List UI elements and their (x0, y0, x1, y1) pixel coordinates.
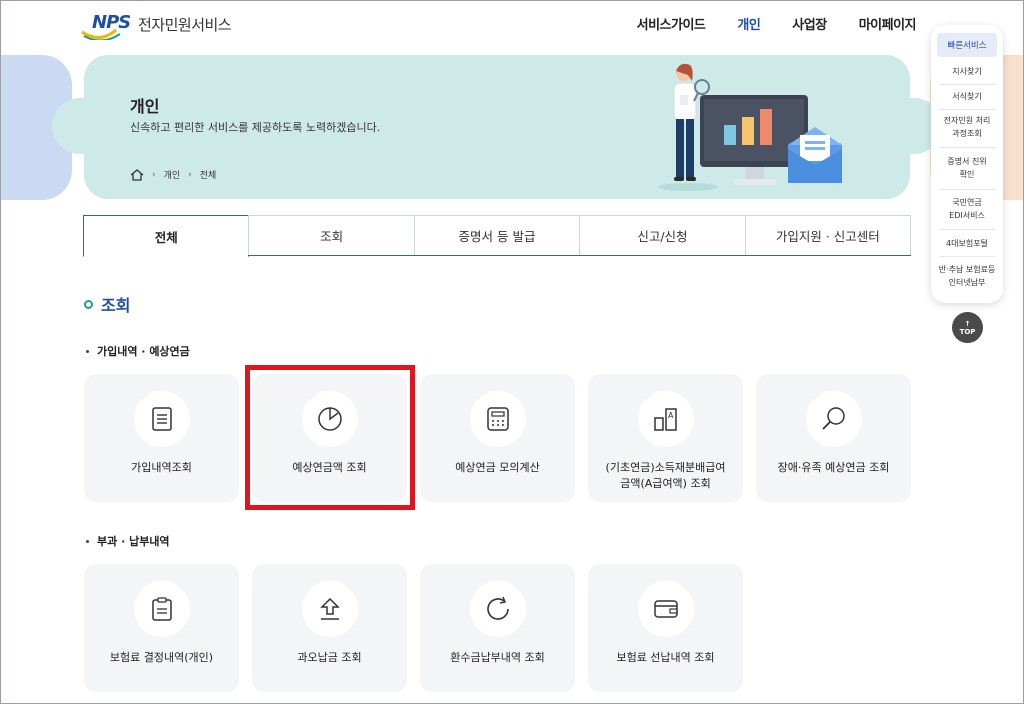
selection-highlight (245, 365, 415, 510)
divider (939, 229, 995, 230)
service-card[interactable]: 과오납금 조회 (252, 564, 407, 692)
page-banner: 개인 신속하고 편리한 서비스를 제공하도록 노력하겠습니다. › 개인 › 전… (84, 55, 910, 199)
arrow-up-icon: ↑ (964, 319, 971, 328)
service-card[interactable]: 장애·유족 예상연금 조회 (756, 374, 911, 502)
refresh-icon (469, 581, 526, 637)
quick-item-branch[interactable]: 지사찾기 (937, 65, 997, 78)
scroll-top-button[interactable]: ↑ TOP (952, 312, 983, 343)
service-card-label: 장애·유족 예상연금 조회 (777, 461, 890, 474)
breadcrumb: › 개인 › 전체 (130, 168, 216, 181)
service-card-label: 보험료 결정내역(개인) (109, 651, 214, 664)
service-card[interactable]: A (기초연금)소득재분배급여 금액(A급여액) 조회 (588, 374, 743, 502)
service-card-label: (기초연금)소득재분배급여 금액(A급여액) 조회 (605, 461, 726, 490)
group-title: 가입내역 · 예상연금 (86, 343, 190, 359)
group-title-text: 가입내역 · 예상연금 (97, 345, 190, 358)
tab-all[interactable]: 전체 (83, 215, 250, 257)
category-tabs: 전체 조회 증명서 등 발급 신고/신청 가입지원 · 신고센터 (83, 215, 912, 257)
quick-item-internet-payment[interactable]: 반·추납 보험료등 인터넷납부 (935, 263, 999, 289)
nav-personal[interactable]: 개인 (737, 14, 760, 33)
nav-service-guide[interactable]: 서비스가이드 (637, 14, 706, 33)
group-title: 부과 · 납부내역 (86, 533, 170, 549)
quick-item-insurance-portal[interactable]: 4대보험포털 (937, 237, 997, 250)
quick-menu-title: 빠른서비스 (937, 33, 997, 57)
divider (939, 256, 995, 257)
circle-bullet-icon (84, 299, 93, 309)
calculator-icon (469, 391, 526, 447)
service-card[interactable]: 환수금납부내역 조회 (420, 564, 575, 692)
breadcrumb-separator: › (188, 169, 192, 180)
site-header: NPS 전자민원서비스 서비스가이드 개인 사업장 마이페이지 (0, 0, 1024, 50)
home-icon[interactable] (130, 168, 144, 181)
tab-inquiry[interactable]: 조회 (248, 215, 415, 255)
service-card[interactable]: 가입내역조회 (84, 374, 239, 502)
section-title: 조회 (84, 292, 130, 316)
scroll-top-label: TOP (959, 327, 976, 336)
section-title-text: 조회 (101, 296, 131, 315)
group-title-text: 부과 · 납부내역 (97, 535, 170, 548)
magnifier-icon (805, 391, 862, 447)
bullet-icon (86, 349, 89, 353)
wallet-icon (637, 581, 694, 637)
quick-item-process-status[interactable]: 전자민원 처리과정조회 (941, 114, 993, 140)
service-card-label: 환수금납부내역 조회 (450, 651, 545, 664)
main-navigation: 서비스가이드 개인 사업장 마이페이지 (637, 14, 917, 33)
quick-item-edi-service[interactable]: 국민연금 EDI서비스 (945, 196, 989, 222)
breadcrumb-separator: › (152, 169, 156, 180)
tab-support-center[interactable]: 가입지원 · 신고센터 (744, 215, 912, 255)
svg-text:A: A (668, 411, 674, 420)
tab-report-apply[interactable]: 신고/신청 (579, 215, 746, 255)
bar-a-icon: A (637, 391, 694, 447)
logo-swoosh-icon (81, 28, 121, 40)
bullet-icon (86, 539, 89, 543)
service-card-label: 과오납금 조회 (297, 651, 362, 664)
site-logo[interactable]: NPS 전자민원서비스 (80, 12, 232, 40)
quick-item-certificate-verify[interactable]: 증명서 진위확인 (945, 155, 989, 181)
upload-arrow-icon (301, 581, 358, 637)
nps-logo-mark: NPS (80, 12, 134, 40)
nav-business[interactable]: 사업장 (792, 14, 827, 33)
banner-illustration (658, 63, 842, 191)
breadcrumb-item-all[interactable]: 전체 (200, 168, 217, 181)
divider (939, 109, 995, 110)
service-card-label: 보험료 선납내역 조회 (616, 651, 715, 664)
service-card-label: 예상연금 모의계산 (455, 461, 540, 474)
page-title: 개인 (130, 97, 160, 116)
service-card[interactable]: 보험료 선납내역 조회 (588, 564, 743, 692)
quick-item-forms[interactable]: 서식찾기 (937, 90, 997, 103)
page-description: 신속하고 편리한 서비스를 제공하도록 노력하겠습니다. (130, 121, 381, 134)
document-list-icon (133, 391, 190, 447)
logo-text: 전자민원서비스 (138, 15, 232, 34)
service-card[interactable]: 예상연금 모의계산 (420, 374, 575, 502)
tab-certificate[interactable]: 증명서 등 발급 (413, 215, 581, 255)
service-card-label: 가입내역조회 (131, 461, 192, 474)
nav-mypage[interactable]: 마이페이지 (859, 14, 917, 33)
divider (939, 84, 995, 85)
quick-menu: 빠른서비스 지사찾기 서식찾기 전자민원 처리과정조회 증명서 진위확인 국민연… (931, 25, 1003, 303)
breadcrumb-item-personal[interactable]: 개인 (164, 168, 181, 181)
clipboard-icon (133, 581, 190, 637)
divider (939, 189, 995, 190)
service-card[interactable]: 보험료 결정내역(개인) (84, 564, 239, 692)
divider (939, 147, 995, 148)
